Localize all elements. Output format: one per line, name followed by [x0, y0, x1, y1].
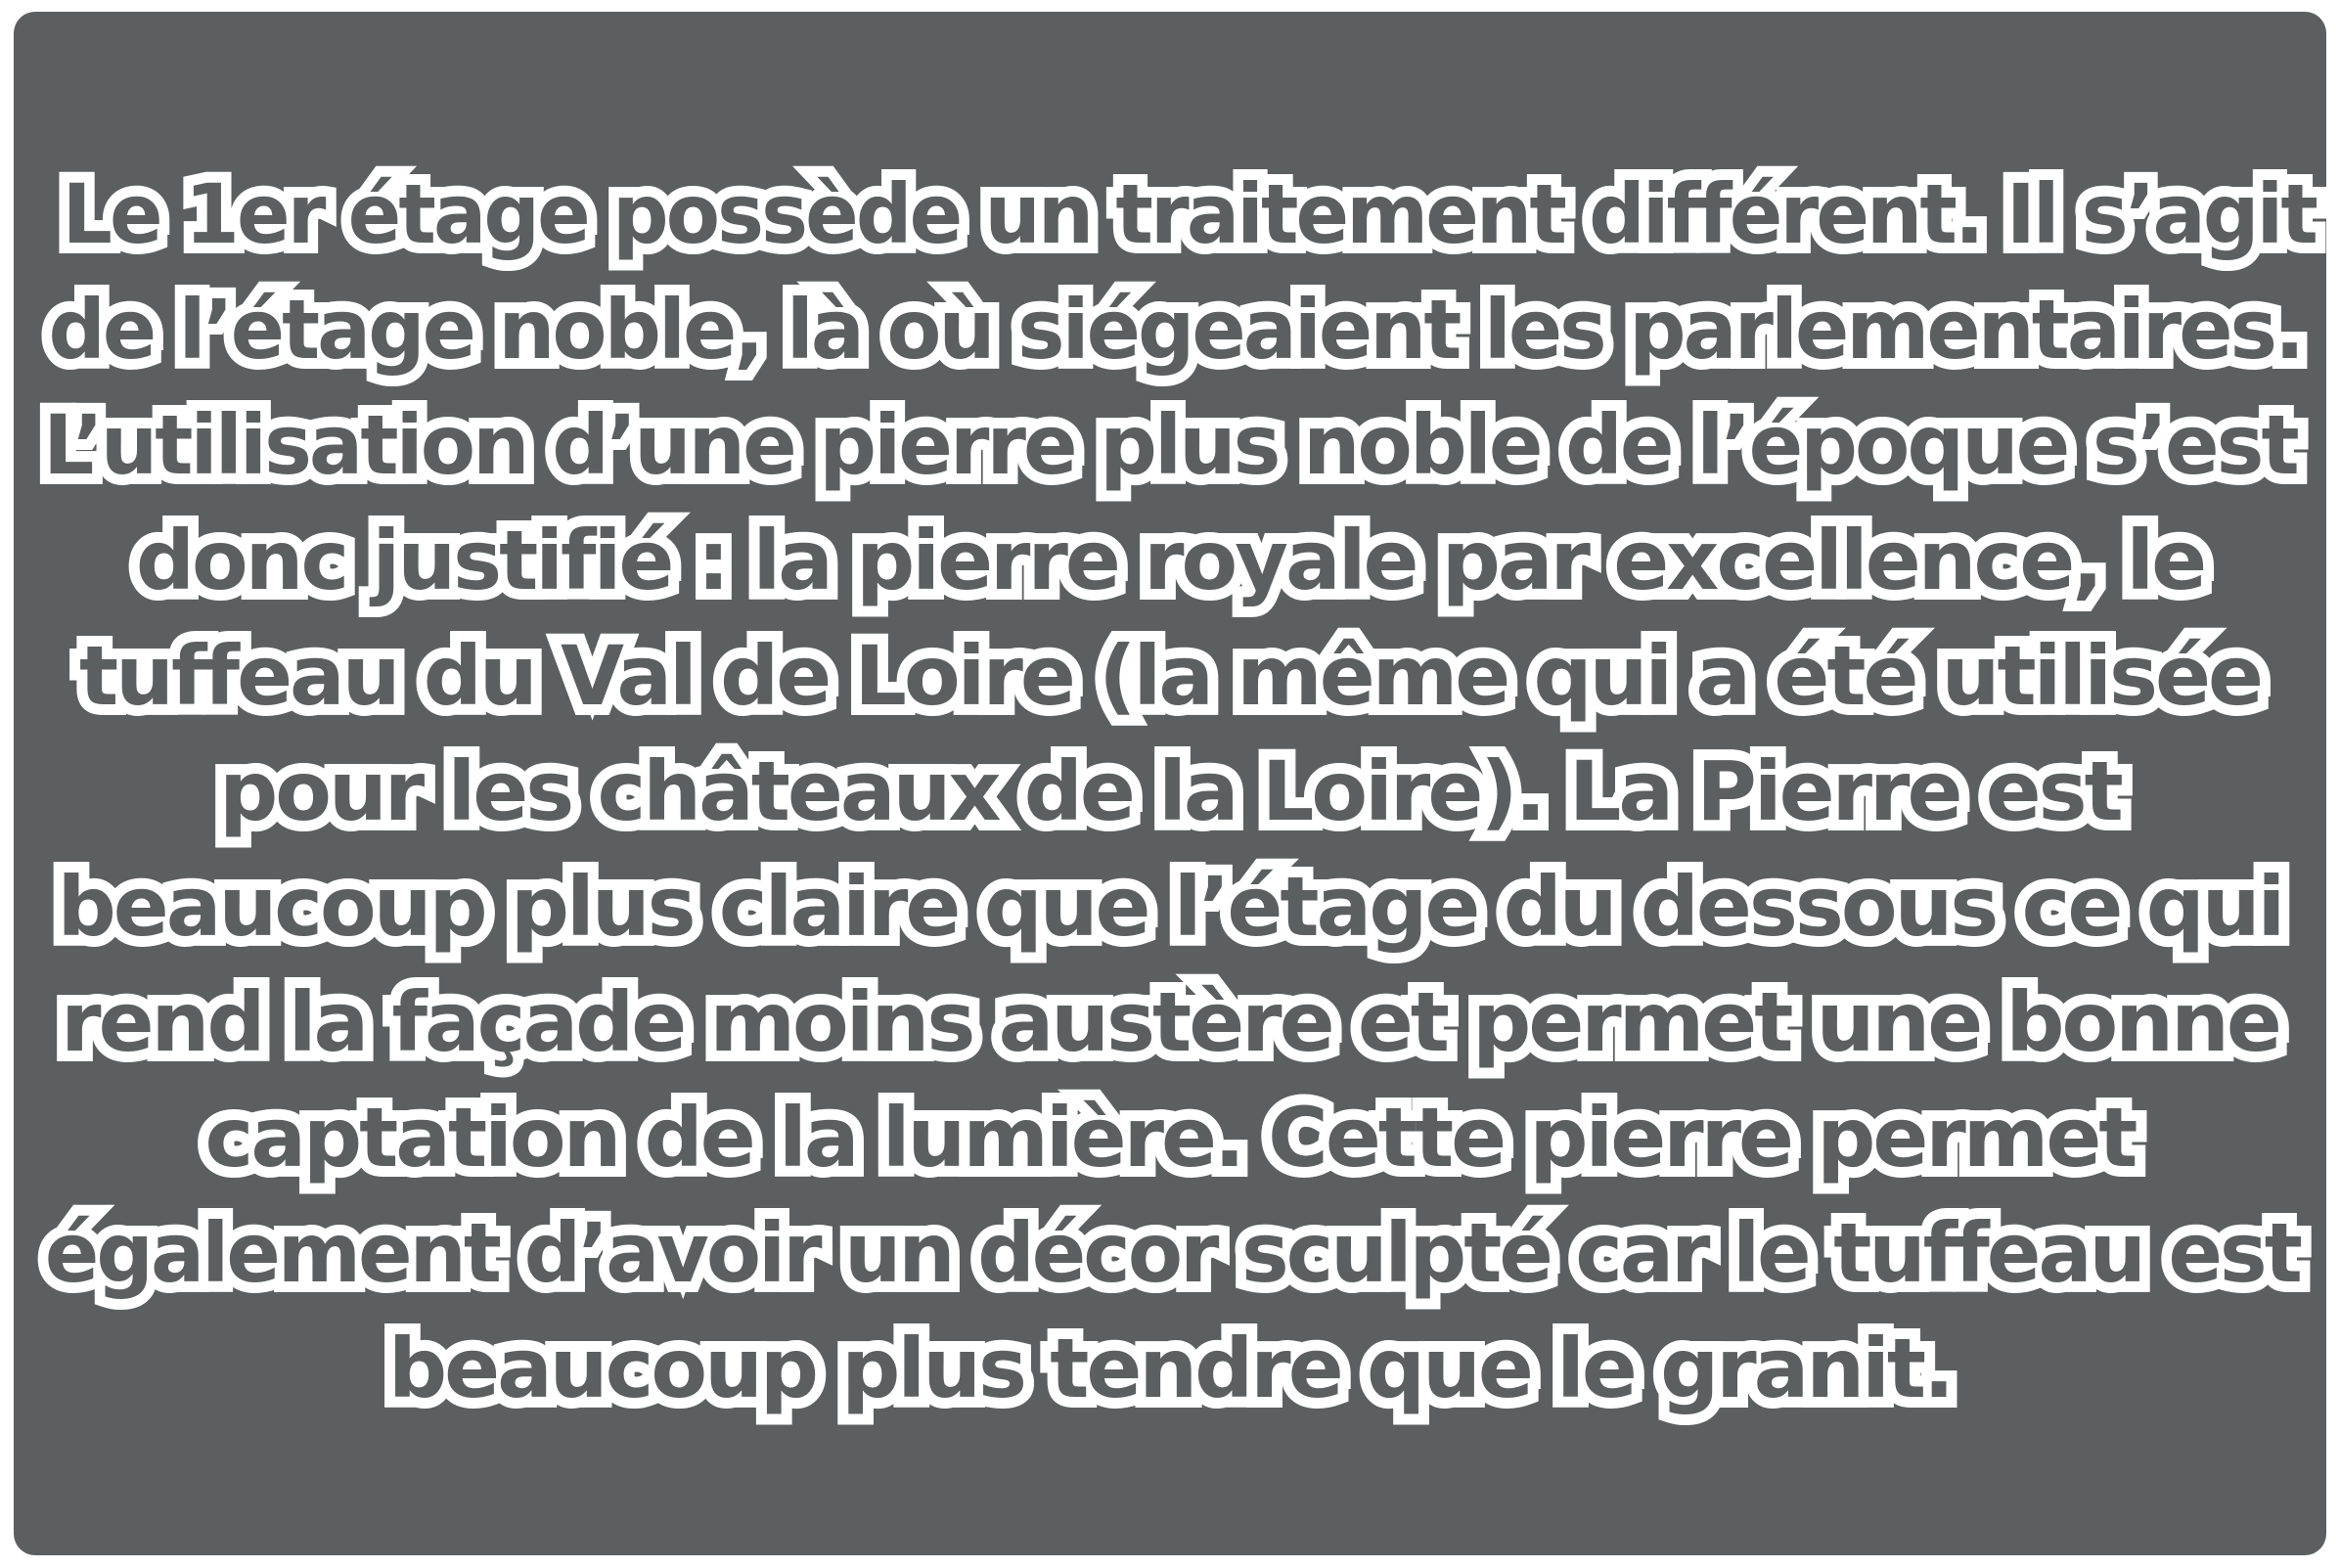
paragraph-line: pour les châteaux de la Loire). La Pierr…: [208, 733, 2135, 850]
paragraph-line: rend la façade moins austère et permet u…: [50, 963, 2293, 1081]
paragraph-line: beaucoup plus tendre que le granit.: [378, 1310, 1965, 1427]
paragraph-line: également d’avoir un décor sculpté car l…: [34, 1194, 2313, 1312]
paragraph-line: L’utilisation d’une pierre plus noble de…: [32, 386, 2310, 504]
text-panel: Le 1er étage possède un traitement diffé…: [14, 12, 2328, 1555]
paragraph-line: Le 1er étage possède un traitement diffé…: [52, 156, 2328, 273]
paragraph-line: donc justifié : la pierre royale par exc…: [125, 502, 2218, 619]
paragraph-line: tuffeau du Val de Loire (la même qui a é…: [68, 617, 2274, 735]
paragraph-line: beaucoup plus claire que l’étage du dess…: [47, 848, 2297, 965]
paragraph-line: de l’étage noble, là où siégeaient les p…: [38, 271, 2316, 388]
paragraph-line: captation de la lumière. Cette pierre pe…: [195, 1079, 2149, 1196]
paragraph-text: Le 1er étage possède un traitement diffé…: [14, 156, 2328, 1427]
